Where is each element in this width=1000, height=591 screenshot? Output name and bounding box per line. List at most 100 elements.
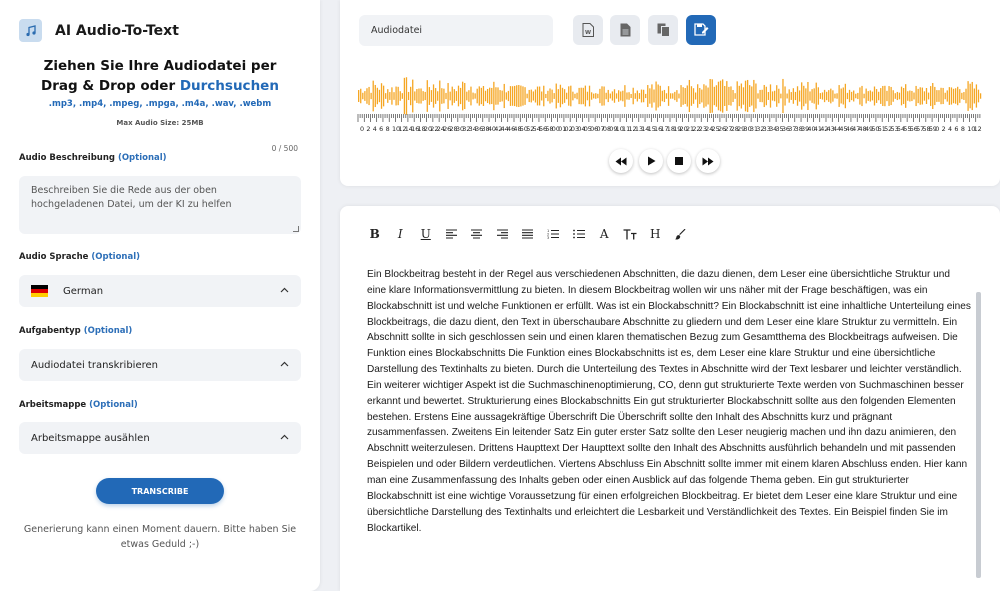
word-export-button[interactable]: W xyxy=(573,15,603,45)
align-left-button[interactable] xyxy=(439,226,465,242)
rewind-button[interactable] xyxy=(609,149,633,173)
waveform-bar xyxy=(790,92,792,100)
waveform-bar xyxy=(769,84,772,108)
waveform-bar xyxy=(378,89,381,103)
align-right-button[interactable] xyxy=(490,226,516,242)
timeline-label: 8 xyxy=(386,125,390,133)
italic-icon: I xyxy=(397,227,403,241)
german-flag-icon xyxy=(31,285,48,297)
waveform-bar xyxy=(405,77,408,115)
waveform-bar xyxy=(952,88,955,104)
transcript-text[interactable]: Ein Blockbeitrag besteht in der Regel au… xyxy=(367,267,971,536)
text-size-icon xyxy=(623,228,637,239)
waveform-bar xyxy=(507,90,510,102)
waveform-bar xyxy=(857,92,859,100)
audio-player-panel: Audiodatei W 0 2 4 6 8 10 12 14 16 18 20 22 24 26 28 30… xyxy=(340,0,1000,186)
waveform-bar xyxy=(807,82,809,111)
bullet-list-button[interactable] xyxy=(566,226,592,242)
waveform-bar xyxy=(798,90,801,102)
waveform-bar xyxy=(391,87,393,105)
waveform-bar xyxy=(730,86,732,106)
waveform-bar xyxy=(649,88,651,104)
waveform-bar xyxy=(744,80,747,112)
waveform-bar xyxy=(516,85,518,107)
waveform-bar xyxy=(971,81,973,111)
workbook-select[interactable]: Arbeitsmappe ausählen xyxy=(19,422,301,454)
waveform-bar xyxy=(613,89,616,103)
waveform-bar xyxy=(451,86,453,106)
waveform-bar xyxy=(457,85,460,107)
task-value: Audiodatei transkribieren xyxy=(31,359,158,371)
waveform-bar xyxy=(607,89,609,103)
waveform-bar xyxy=(682,87,684,105)
waveform-bar xyxy=(942,87,944,105)
waveform-bar xyxy=(511,86,514,106)
copy-button[interactable] xyxy=(648,15,678,45)
waveform-bar xyxy=(599,88,601,104)
brush-button[interactable] xyxy=(668,226,694,242)
fast-forward-button[interactable] xyxy=(696,149,720,173)
language-select[interactable]: German xyxy=(19,275,301,307)
waveform-bar xyxy=(382,85,385,107)
waveform-bar xyxy=(670,93,672,99)
waveform-bar xyxy=(630,93,632,99)
waveform-bar xyxy=(878,91,880,101)
waveform-bar xyxy=(636,90,639,102)
heading-button[interactable]: H xyxy=(643,226,669,242)
bold-icon: B xyxy=(369,227,380,241)
waveform-bar xyxy=(657,84,659,108)
document-export-button[interactable] xyxy=(610,15,640,45)
optional-tag: (Optional) xyxy=(83,326,133,336)
waveform-bar xyxy=(855,93,857,99)
waveform-bar xyxy=(688,79,691,113)
waveform-bar xyxy=(547,90,549,102)
waveform-bar xyxy=(707,87,709,105)
file-name-field[interactable]: Audiodatei xyxy=(359,15,553,46)
waveform-bar xyxy=(566,92,568,100)
waveform-bar xyxy=(528,89,530,103)
waveform-bar xyxy=(871,91,874,101)
waveform-bar xyxy=(813,88,815,104)
waveform-bar xyxy=(753,79,755,113)
resize-handle[interactable] xyxy=(293,226,299,232)
bold-button[interactable]: B xyxy=(362,226,388,242)
stop-button[interactable] xyxy=(667,149,691,173)
waveform-bar xyxy=(424,91,426,101)
browse-link[interactable]: Durchsuchen xyxy=(180,78,279,94)
waveform-bar xyxy=(505,92,507,100)
description-label-text: Audio Beschreibung xyxy=(19,153,115,163)
description-input[interactable]: Beschreiben Sie die Rede aus der oben ho… xyxy=(19,176,301,234)
align-center-icon xyxy=(471,229,483,239)
editor-scrollbar[interactable] xyxy=(976,292,981,578)
underline-icon: U xyxy=(420,227,431,241)
align-center-button[interactable] xyxy=(464,226,490,242)
waveform-bar xyxy=(640,89,643,103)
waveform-bar xyxy=(880,88,882,104)
play-button[interactable] xyxy=(639,149,663,173)
waveform-bar xyxy=(765,86,767,106)
waveform-bar xyxy=(894,93,896,99)
optional-tag: (Optional) xyxy=(89,400,138,410)
text-size-button[interactable] xyxy=(617,226,643,242)
audio-waveform[interactable]: 0 2 4 6 8 10121416182022242628303234363840424… xyxy=(356,74,984,134)
align-justify-button[interactable] xyxy=(515,226,541,242)
optional-tag: (Optional) xyxy=(91,252,140,262)
save-button[interactable] xyxy=(686,15,716,45)
waveform-bar xyxy=(499,90,501,102)
drop-zone[interactable]: Ziehen Sie Ihre Audiodatei per Drag & Dr… xyxy=(30,56,290,96)
align-right-icon xyxy=(496,229,508,239)
font-color-button[interactable]: A xyxy=(592,226,618,242)
waveform-bar xyxy=(410,86,412,106)
task-select[interactable]: Audiodatei transkribieren xyxy=(19,349,301,381)
font-color-icon: A xyxy=(599,227,609,241)
waveform-bar xyxy=(474,93,476,99)
waveform-bar xyxy=(422,91,424,101)
waveform-bar xyxy=(570,85,572,107)
waveform-bar xyxy=(501,90,503,102)
transcribe-button[interactable]: TRANSCRIBE xyxy=(96,478,224,504)
ordered-list-button[interactable]: 123 xyxy=(541,226,567,242)
underline-button[interactable]: U xyxy=(413,226,439,242)
italic-button[interactable]: I xyxy=(388,226,414,242)
waveform-bar xyxy=(826,91,828,101)
waveform-bar xyxy=(588,85,591,107)
